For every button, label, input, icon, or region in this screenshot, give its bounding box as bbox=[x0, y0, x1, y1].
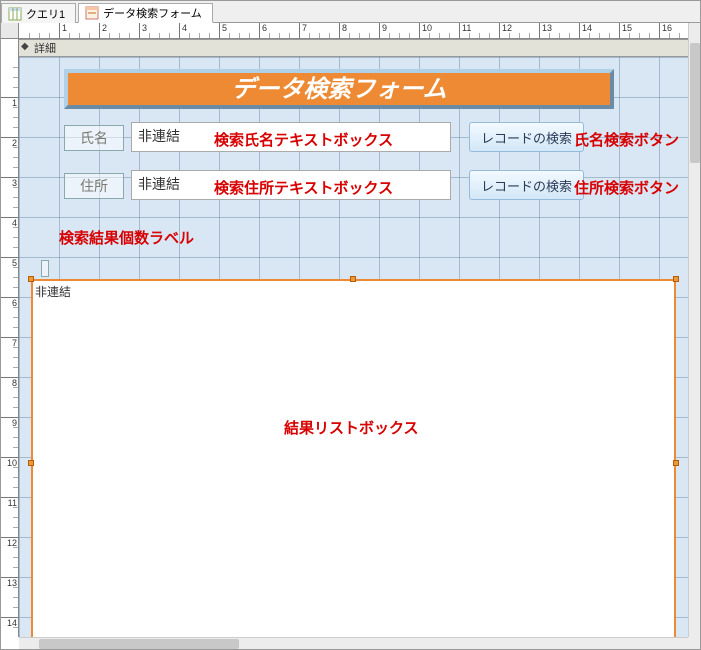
scroll-thumb[interactable] bbox=[39, 639, 239, 649]
annotation-address-button: 住所検索ボタン bbox=[574, 177, 679, 198]
form-grid[interactable]: データ検索フォーム 氏名 非連結 レコードの検索 住所 非連結 レコードの検索 … bbox=[19, 57, 688, 637]
listbox-value: 非連結 bbox=[35, 283, 71, 300]
tab-label: データ検索フォーム bbox=[103, 5, 202, 21]
form-icon bbox=[85, 6, 99, 20]
tab-label: クエリ1 bbox=[26, 6, 65, 22]
scrollbar-vertical[interactable] bbox=[688, 23, 700, 637]
datasheet-icon bbox=[8, 7, 22, 21]
label-address[interactable]: 住所 bbox=[64, 173, 124, 199]
annotation-result-count-label: 検索結果個数ラベル bbox=[59, 227, 194, 248]
tab-search-form[interactable]: データ検索フォーム bbox=[78, 3, 213, 23]
listbox-results[interactable]: 非連結 bbox=[31, 279, 676, 637]
scrollbar-horizontal[interactable] bbox=[19, 637, 688, 649]
label-result-count[interactable] bbox=[41, 260, 49, 277]
button-search-address[interactable]: レコードの検索 bbox=[469, 170, 584, 200]
scroll-thumb[interactable] bbox=[690, 43, 700, 163]
section-toggle-icon: ◆ bbox=[21, 43, 31, 53]
selection-handle[interactable] bbox=[28, 276, 34, 282]
form-title-label[interactable]: データ検索フォーム bbox=[64, 69, 614, 109]
button-search-name[interactable]: レコードの検索 bbox=[469, 122, 584, 152]
selection-handle[interactable] bbox=[28, 460, 34, 466]
textbox-address[interactable]: 非連結 bbox=[131, 170, 451, 200]
label-name[interactable]: 氏名 bbox=[64, 125, 124, 151]
ruler-horizontal: 1234567891011121314151617 bbox=[19, 23, 688, 39]
tab-query1[interactable]: クエリ1 bbox=[1, 3, 76, 23]
ruler-vertical: 123456789101112131415 bbox=[1, 39, 19, 637]
section-header-label: 詳細 bbox=[34, 40, 56, 56]
ruler-corner bbox=[1, 23, 19, 39]
scroll-corner bbox=[688, 637, 700, 649]
section-header-detail[interactable]: ◆ 詳細 bbox=[19, 39, 688, 57]
textbox-name[interactable]: 非連結 bbox=[131, 122, 451, 152]
selection-handle[interactable] bbox=[673, 276, 679, 282]
selection-handle[interactable] bbox=[350, 276, 356, 282]
annotation-name-button: 氏名検索ボタン bbox=[574, 129, 679, 150]
tab-bar: クエリ1 データ検索フォーム bbox=[1, 1, 700, 23]
selection-handle[interactable] bbox=[673, 460, 679, 466]
design-surface: ◆ 詳細 データ検索フォーム 氏名 非連結 レコードの検索 住所 非連結 レコー… bbox=[19, 39, 688, 637]
